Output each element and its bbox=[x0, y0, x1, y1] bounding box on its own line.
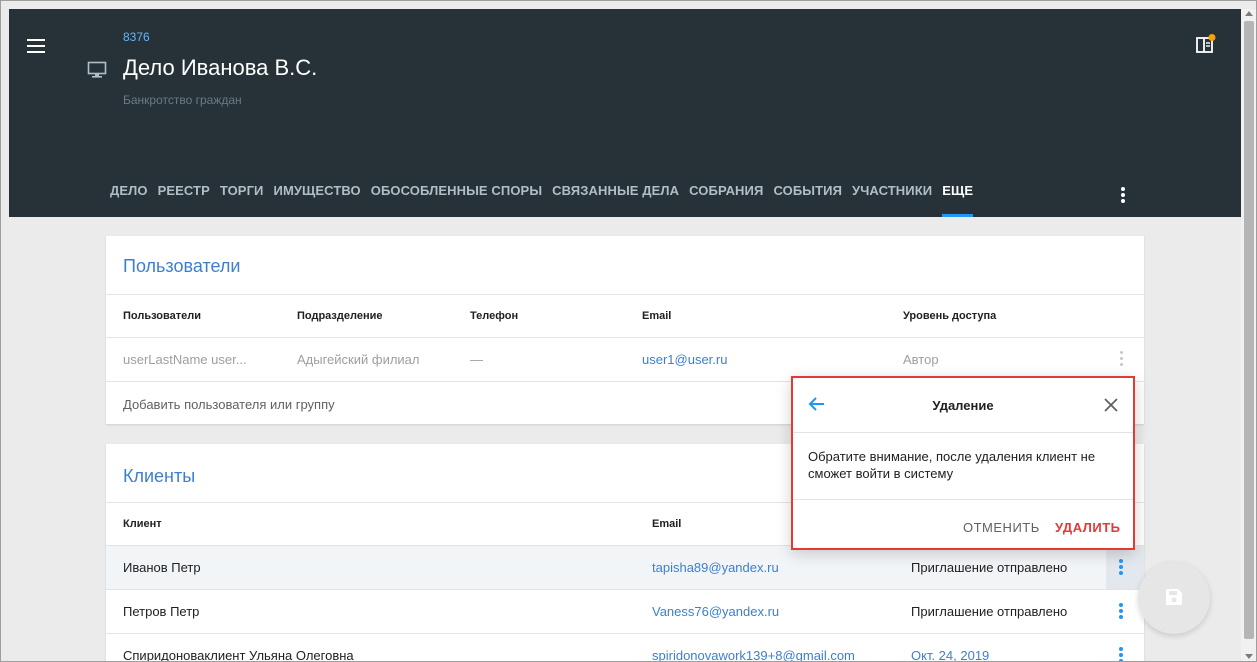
tab-bar: ДЕЛО РЕЕСТР ТОРГИ ИМУЩЕСТВО ОБОСОБЛЕННЫЕ… bbox=[110, 183, 983, 217]
save-icon bbox=[1166, 589, 1182, 605]
dialog-title: Удаление bbox=[932, 398, 994, 413]
close-icon[interactable] bbox=[1103, 397, 1119, 413]
column-header: Уровень доступа bbox=[903, 310, 997, 322]
page-title: Дело Иванова В.С. bbox=[123, 55, 318, 80]
column-header: Пользователи bbox=[123, 310, 202, 322]
delete-button[interactable]: УДАЛИТЬ bbox=[1055, 520, 1121, 535]
dialog-header: Удаление bbox=[793, 378, 1133, 433]
user-phone: — bbox=[470, 352, 483, 367]
scroll-down-icon[interactable] bbox=[1245, 654, 1253, 659]
tab-more[interactable]: ЕЩЕ bbox=[942, 183, 973, 217]
column-header: Email bbox=[642, 310, 672, 322]
client-status: Окт. 24, 2019 bbox=[911, 648, 990, 662]
row-menu-highlight bbox=[1106, 546, 1144, 589]
users-table-header: Пользователи Подразделение Телефон Email… bbox=[106, 294, 1144, 338]
user-email[interactable]: user1@user.ru bbox=[642, 338, 727, 381]
column-header: Телефон bbox=[470, 310, 519, 322]
row-menu-icon[interactable] bbox=[1118, 647, 1124, 661]
tab-participants[interactable]: УЧАСТНИКИ bbox=[852, 183, 932, 217]
users-title: Пользователи bbox=[123, 256, 241, 276]
tab-imushchestvo[interactable]: ИМУЩЕСТВО bbox=[274, 183, 361, 217]
column-header: Email bbox=[652, 518, 682, 530]
dialog-message: Обратите внимание, после удаления клиент… bbox=[808, 449, 1096, 481]
monitor-icon bbox=[87, 61, 107, 78]
table-row[interactable]: Петров Петр Vaness76@yandex.ru Приглашен… bbox=[106, 590, 1144, 634]
dialog-actions: ОТМЕНИТЬ УДАЛИТЬ bbox=[793, 499, 1133, 548]
client-email[interactable]: Vaness76@yandex.ru bbox=[652, 590, 779, 633]
delete-dialog: Удаление Обратите внимание, после удален… bbox=[791, 376, 1135, 550]
row-menu-icon[interactable] bbox=[1118, 603, 1124, 621]
case-type: Банкротство граждан bbox=[123, 93, 242, 107]
tab-torgi[interactable]: ТОРГИ bbox=[220, 183, 264, 217]
client-name: Спиридоноваклиент Ульяна Олеговна bbox=[123, 648, 354, 662]
save-button[interactable] bbox=[1138, 562, 1210, 634]
client-status: Приглашение отправлено bbox=[911, 560, 1068, 575]
table-row[interactable]: Иванов Петр tapisha89@yandex.ru Приглаше… bbox=[106, 546, 1144, 590]
client-email[interactable]: spiridonovawork139+8@gmail.com bbox=[652, 634, 855, 661]
panel-icon[interactable] bbox=[1195, 33, 1217, 55]
client-email[interactable]: tapisha89@yandex.ru bbox=[652, 546, 779, 589]
scrollbar[interactable] bbox=[1241, 9, 1256, 661]
add-user-button[interactable]: Добавить пользователя или группу bbox=[123, 383, 335, 426]
user-name: userLastName user... bbox=[123, 352, 247, 367]
tab-events[interactable]: СОБЫТИЯ bbox=[773, 183, 842, 217]
row-menu-icon[interactable] bbox=[1118, 559, 1124, 577]
more-vert-icon[interactable] bbox=[1120, 187, 1126, 205]
table-row[interactable]: Спиридоноваклиент Ульяна Олеговна spirid… bbox=[106, 634, 1144, 662]
row-menu-icon[interactable] bbox=[1118, 351, 1124, 369]
user-access: Автор bbox=[903, 352, 939, 367]
cancel-button[interactable]: ОТМЕНИТЬ bbox=[963, 520, 1040, 535]
clients-title: Клиенты bbox=[123, 466, 196, 486]
client-name: Иванов Петр bbox=[123, 560, 201, 575]
app-window: 8376 Дело Иванова В.С. Банкротство гражд… bbox=[0, 0, 1257, 662]
menu-icon[interactable] bbox=[27, 39, 45, 53]
client-name: Петров Петр bbox=[123, 604, 200, 619]
case-header: 8376 Дело Иванова В.С. Банкротство гражд… bbox=[9, 9, 1241, 217]
tab-delo[interactable]: ДЕЛО bbox=[110, 183, 148, 217]
tab-related-cases[interactable]: СВЯЗАННЫЕ ДЕЛА bbox=[552, 183, 679, 217]
tab-meetings[interactable]: СОБРАНИЯ bbox=[689, 183, 763, 217]
case-number[interactable]: 8376 bbox=[123, 30, 150, 44]
column-header: Подразделение bbox=[297, 310, 383, 322]
column-header: Клиент bbox=[123, 518, 162, 530]
scroll-up-icon[interactable] bbox=[1245, 11, 1253, 16]
user-department: Адыгейский филиал bbox=[297, 352, 420, 367]
scroll-thumb[interactable] bbox=[1244, 21, 1254, 639]
tab-disputes[interactable]: ОБОСОБЛЕННЫЕ СПОРЫ bbox=[371, 183, 542, 217]
tab-reestr[interactable]: РЕЕСТР bbox=[158, 183, 210, 217]
client-status: Приглашение отправлено bbox=[911, 604, 1068, 619]
